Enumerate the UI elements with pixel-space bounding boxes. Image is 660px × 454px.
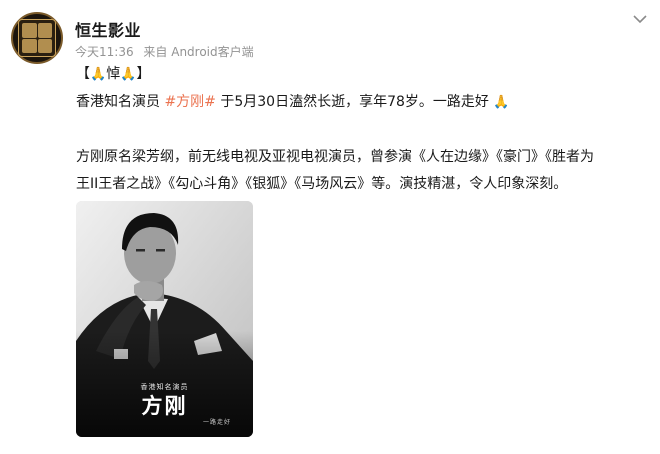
post-text-line: 方刚原名梁芳纲，前无线电视及亚视电视演员，曾参演《人在边缘》《豪门》《胜者为 xyxy=(76,149,594,165)
text-segment: 于5月30日溘然长逝，享年78岁。一路走好 xyxy=(215,94,494,110)
mourning-word: 悼 xyxy=(106,66,121,82)
post-time[interactable]: 今天11:36 xyxy=(75,45,134,59)
post-meta: 今天11:36 来自 Android客户端 xyxy=(75,43,260,60)
hashtag-link[interactable]: #方刚# xyxy=(164,94,215,110)
folded-hands-emoji: 🙏 xyxy=(493,95,510,110)
post-source: 来自 Android客户端 xyxy=(143,45,254,59)
post-text-line: 香港知名演员 #方刚# 于5月30日溘然长逝，享年78岁。一路走好 🙏 xyxy=(76,92,510,113)
text-segment: 香港知名演员 xyxy=(76,94,165,110)
bracket-close: 】 xyxy=(136,66,151,82)
bracket-open: 【 xyxy=(76,66,90,82)
folded-hands-emoji: 🙏 xyxy=(90,67,107,82)
post-text-line: 【🙏悼🙏】 xyxy=(76,64,150,85)
image-caption-title: 方刚 xyxy=(141,394,188,418)
logo-icon xyxy=(18,19,56,57)
author-name[interactable]: 恒生影业 xyxy=(75,17,141,41)
post-image[interactable]: 香港知名演员 方刚 一路走好 xyxy=(76,201,253,437)
avatar[interactable] xyxy=(11,12,63,64)
chevron-down-icon[interactable] xyxy=(632,10,648,24)
folded-hands-emoji: 🙏 xyxy=(120,67,137,82)
post-text-line: 王II王者之战》《勾心斗角》《银狐》《马场风云》等。演技精湛，令人印象深刻。 xyxy=(76,176,568,192)
image-caption-tagline: 一路走好 xyxy=(202,419,231,426)
weibo-post: 恒生影业 今天11:36 来自 Android客户端 【🙏悼🙏】 香港知名演员 … xyxy=(0,0,660,454)
